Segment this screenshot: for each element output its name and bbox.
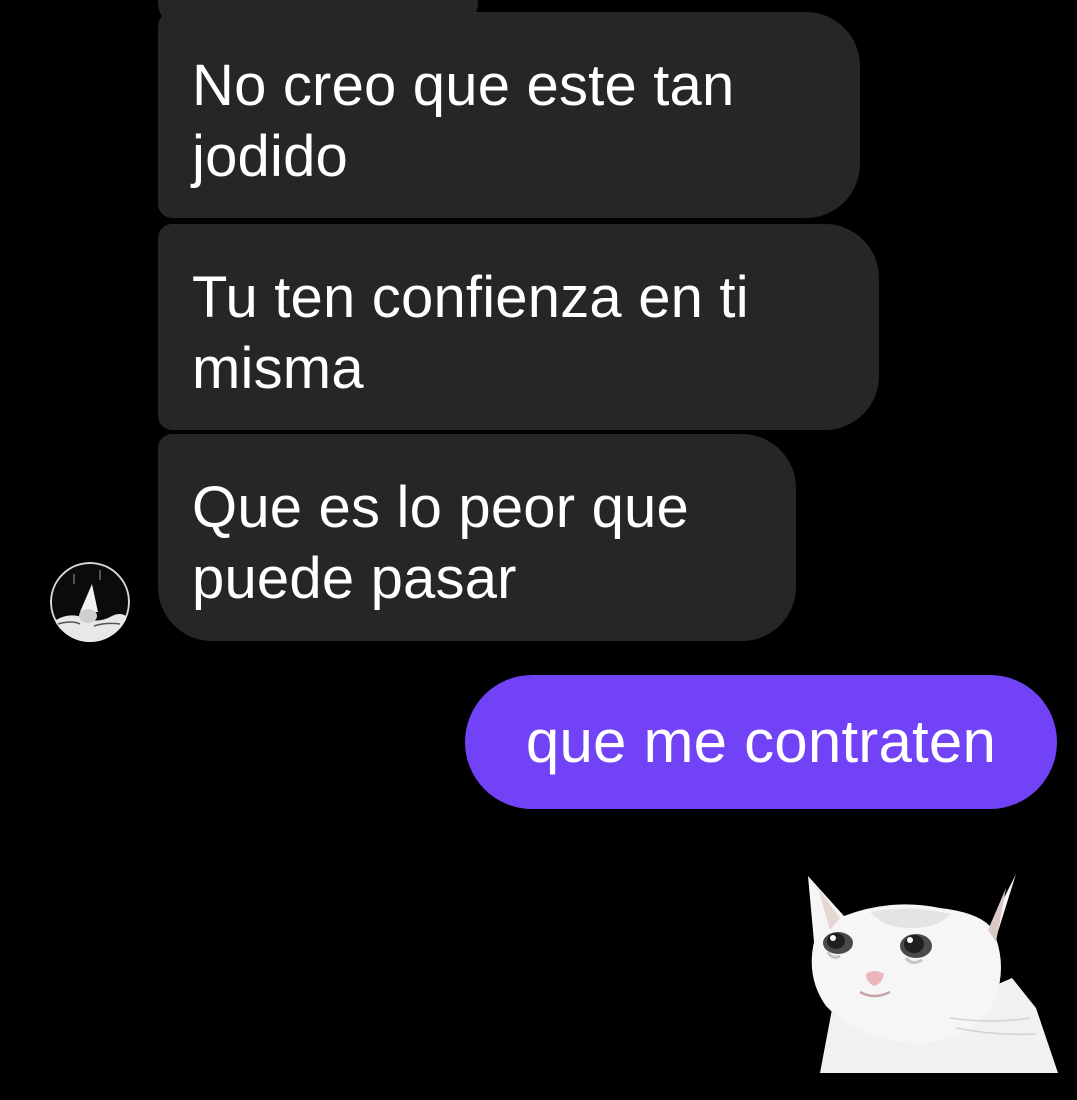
received-message[interactable]: Tu ten confienza en ti misma xyxy=(158,224,879,430)
crying-cat-icon xyxy=(808,874,1058,1073)
chat-thread: No creo que este tan jodido Tu ten confi… xyxy=(0,0,1077,1100)
sticker-message[interactable] xyxy=(800,868,1060,1078)
received-message[interactable]: Que es lo peor que puede pasar xyxy=(158,434,796,641)
sent-message-text: que me contraten xyxy=(525,708,997,775)
avatar-wizard-icon xyxy=(50,562,130,642)
sent-message[interactable]: que me contraten xyxy=(465,675,1057,809)
received-message[interactable]: No creo que este tan jodido xyxy=(158,12,860,218)
sender-avatar[interactable] xyxy=(50,562,130,642)
